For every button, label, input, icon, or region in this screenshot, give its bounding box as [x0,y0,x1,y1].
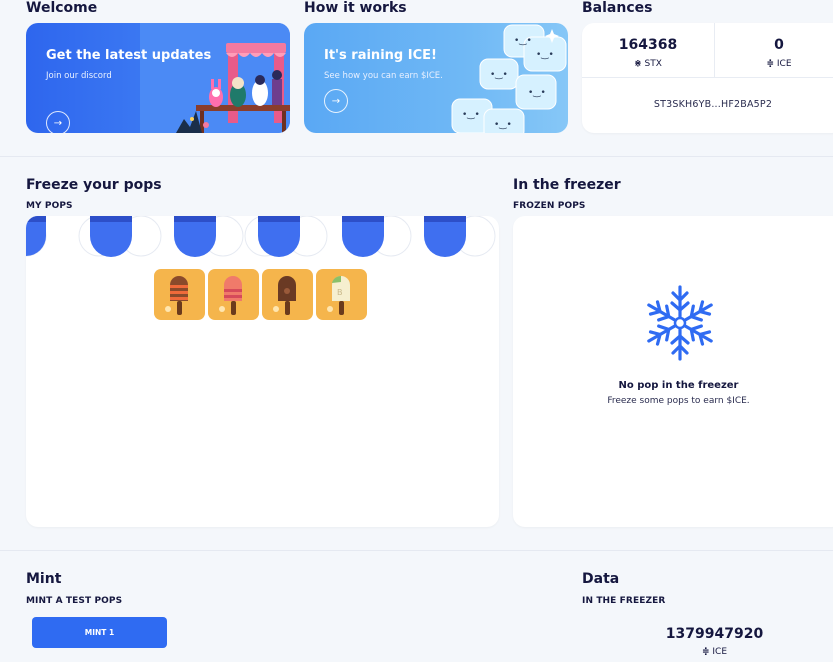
discord-card-title: Get the latest updates [46,48,212,63]
pop-tile[interactable]: B [316,269,367,320]
snowflake-icon [643,285,717,361]
pop-tile[interactable] [208,269,259,320]
frozen-pops-label: FROZEN POPS [513,201,586,211]
popsicle-striped-icon [165,276,188,315]
svg-text:•‿•: •‿• [536,50,554,60]
section-divider-bottom [0,550,833,551]
freezer-empty-subtitle: Freeze some pops to earn $ICE. [607,396,750,406]
svg-text:B: B [337,288,343,297]
popsicle-chocolate-icon [273,276,296,315]
discord-card-subtitle: Join our discord [46,71,112,81]
freezer-ice-unit: ≑ ICE [701,647,728,657]
mint-sub-label: MINT A TEST POPS [26,596,123,606]
ice-icon: ≑ [701,647,710,657]
how-it-works-card[interactable]: •‿• •‿• •‿• •‿• •‿• •‿• It's raining ICE… [304,23,568,133]
mint-heading: Mint [26,571,62,587]
my-pops-panel: B [26,216,499,527]
section-divider-top [0,156,833,157]
discord-arrow-button[interactable]: → [46,111,70,133]
balances-horizontal-divider [582,77,833,78]
ice-card-subtitle: See how you can earn $ICE. [324,71,443,81]
svg-text:•‿•: •‿• [528,88,546,98]
freezer-panel: No pop in the freezer Freeze some pops t… [513,216,833,527]
svg-text:•‿•: •‿• [462,110,480,120]
ice-cubes-illustration: •‿• •‿• •‿• •‿• •‿• •‿• [451,24,567,133]
ice-balance-value: 0 [774,37,784,53]
awning-decoration [26,216,496,257]
how-it-works-heading: How it works [304,0,407,16]
stx-icon: ⋇ [634,59,642,69]
pop-tile[interactable] [262,269,313,320]
welcome-heading: Welcome [26,0,98,16]
ice-arrow-button[interactable]: → [324,89,348,113]
arrow-right-icon: → [331,95,341,107]
svg-text:•‿•: •‿• [514,36,532,46]
freezer-empty-title: No pop in the freezer [618,380,739,391]
ice-icon: ≑ [766,59,775,69]
balances-heading: Balances [582,0,653,16]
pop-tile[interactable] [154,269,205,320]
ice-card-title: It's raining ICE! [324,48,437,63]
my-pops-label: MY POPS [26,201,73,211]
mint-1-button[interactable]: MINT 1 [32,617,167,648]
stx-balance-value: 164368 [618,37,678,53]
freezer-heading: In the freezer [513,177,621,193]
discord-promo-card[interactable]: Get the latest updates Join our discord … [26,23,290,133]
svg-text:•‿•: •‿• [490,70,508,80]
balances-card: 164368 ⋇ STX 0 ≑ ICE ST3SKH6YB...HF2BA5P… [582,23,833,133]
wallet-address[interactable]: ST3SKH6YB...HF2BA5P2 [582,99,833,110]
arrow-right-icon: → [53,117,63,129]
svg-text:•‿•: •‿• [494,120,512,130]
freezer-ice-total: 1379947920 [665,626,764,642]
in-freezer-label: IN THE FREEZER [582,596,666,606]
stx-balance-unit: ⋇ STX [634,59,662,69]
ice-balance-unit: ≑ ICE [766,59,792,69]
popsicle-pink-icon [219,276,242,315]
data-heading: Data [582,571,620,587]
popsicle-vanilla-icon: B [327,275,350,315]
freeze-pops-heading: Freeze your pops [26,177,162,193]
